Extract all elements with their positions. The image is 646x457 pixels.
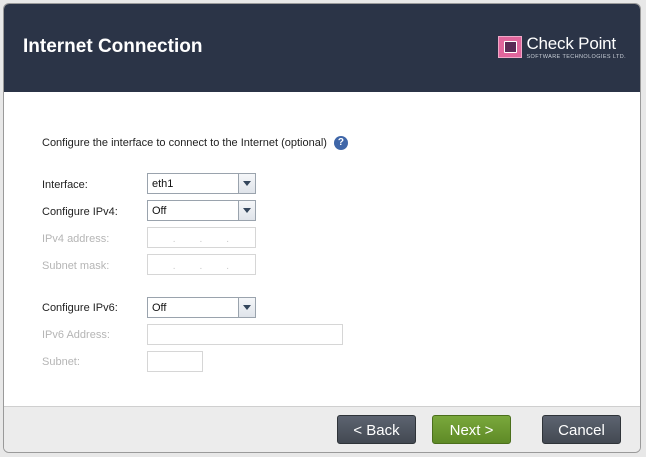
chevron-down-icon [243,181,251,186]
wizard-footer: < Back Next > Cancel [4,406,640,452]
logo-name: Check Point [526,34,616,53]
interface-dropdown-button[interactable] [238,174,255,193]
configure-ipv6-dropdown-button[interactable] [238,298,255,317]
ipv6-address-input[interactable] [147,324,343,345]
cancel-button[interactable]: Cancel [542,415,621,444]
description-text: Configure the interface to connect to th… [42,137,327,149]
configure-ipv6-value: Off [152,302,167,314]
ipv4-octet-3[interactable] [200,228,229,247]
subnet-mask-input[interactable] [147,254,256,275]
configure-ipv4-label: Configure IPv4: [42,206,118,218]
subnet-mask-label: Subnet mask: [42,260,110,272]
configure-ipv4-value: Off [152,205,167,217]
subnet-octet-4[interactable] [226,255,255,274]
subnet-label: Subnet: [42,356,80,368]
wizard-window: Internet Connection Check Point SOFTWARE… [3,3,641,453]
logo-text: Check Point SOFTWARE TECHNOLOGIES LTD. [526,35,626,60]
ipv6-subnet-input[interactable] [147,351,203,372]
chevron-down-icon [243,208,251,213]
interface-select[interactable]: eth1 [147,173,256,194]
ipv4-octet-2[interactable] [173,228,202,247]
subnet-octet-1[interactable] [148,255,175,274]
configure-ipv6-select[interactable]: Off [147,297,256,318]
back-button[interactable]: < Back [337,415,416,444]
wizard-content: Configure the interface to connect to th… [4,92,640,406]
configure-ipv4-select[interactable]: Off [147,200,256,221]
interface-label: Interface: [42,179,88,191]
subnet-octet-2[interactable] [173,255,202,274]
configure-ipv6-label: Configure IPv6: [42,302,118,314]
ipv6-address-label: IPv6 Address: [42,329,110,341]
checkpoint-logo: Check Point SOFTWARE TECHNOLOGIES LTD. [498,35,626,60]
configure-ipv4-dropdown-button[interactable] [238,201,255,220]
ipv4-octet-1[interactable] [148,228,175,247]
ipv4-address-label: IPv4 address: [42,233,110,245]
subnet-octet-3[interactable] [200,255,229,274]
chevron-down-icon [243,305,251,310]
logo-subtitle: SOFTWARE TECHNOLOGIES LTD. [526,54,626,60]
question-circle-icon[interactable]: ? [333,136,348,150]
next-button[interactable]: Next > [432,415,511,444]
description: Configure the interface to connect to th… [42,136,348,150]
checkpoint-logo-icon [498,36,523,58]
ipv4-address-input[interactable] [147,227,256,248]
interface-value: eth1 [152,178,174,190]
wizard-header: Internet Connection Check Point SOFTWARE… [4,4,640,92]
page-title: Internet Connection [23,36,203,57]
ipv4-octet-4[interactable] [226,228,255,247]
